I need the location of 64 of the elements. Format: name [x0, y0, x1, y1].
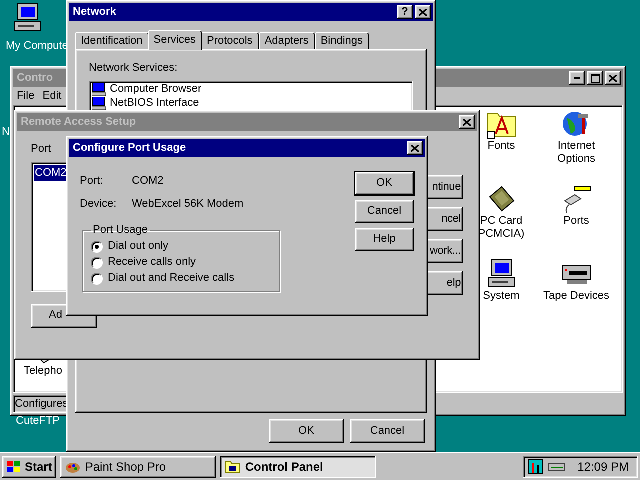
minimize-icon	[574, 77, 580, 79]
list-item[interactable]: NetBIOS Interface	[110, 97, 200, 110]
help-button[interactable]: ?	[397, 5, 413, 19]
icon-label[interactable]: Fonts	[488, 140, 516, 153]
computer-icon	[12, 2, 44, 34]
dialog-button[interactable]: OK	[355, 172, 414, 195]
start-button[interactable]: Start	[2, 456, 56, 478]
window-title: Configure Port Usage	[72, 140, 186, 156]
taskbar-button[interactable]: Control Panel	[220, 456, 376, 478]
dialog-button[interactable]: Help	[355, 228, 414, 251]
radio-label[interactable]: Dial out only	[108, 238, 169, 255]
list-label: Network Services:	[89, 62, 178, 74]
close-icon	[609, 74, 617, 82]
tab[interactable]: Identification	[75, 32, 149, 49]
close-icon	[411, 144, 419, 152]
tab[interactable]: Adapters	[258, 32, 315, 49]
close-icon	[419, 8, 427, 16]
list-item[interactable]: Computer Browser	[110, 83, 202, 96]
field-value: WebExcel 56K Modem	[132, 197, 244, 212]
icon-label[interactable]: PC Card	[480, 215, 523, 228]
tab[interactable]: Bindings	[314, 32, 370, 49]
menu-item[interactable]: Edit	[42, 88, 62, 104]
close-button[interactable]	[415, 5, 431, 19]
tab[interactable]: Protocols	[200, 32, 259, 49]
window-title: Remote Access Setup	[20, 114, 136, 130]
maximize-button[interactable]	[587, 71, 603, 85]
computer-icon	[486, 258, 518, 290]
maximize-icon	[590, 74, 600, 82]
list-item[interactable]: COM2	[34, 164, 66, 181]
dialog-button[interactable]: Cancel	[350, 419, 425, 443]
taskbar-button[interactable]: Paint Shop Pro	[60, 456, 216, 478]
tab[interactable]: Services	[148, 30, 202, 50]
field-label: Port:	[80, 174, 104, 190]
radio-label[interactable]: Dial out and Receive calls	[108, 270, 235, 287]
dialog-button[interactable]: OK	[269, 419, 344, 443]
field-value: COM2	[132, 174, 164, 190]
volume-meter-icon[interactable]	[528, 458, 544, 474]
icon-label[interactable]: System	[483, 290, 520, 303]
window-title: Network	[72, 4, 116, 20]
window-title: Contro	[16, 70, 54, 86]
radio-button[interactable]	[91, 272, 103, 284]
close-icon	[463, 118, 471, 126]
desktop-icon-label[interactable]: N	[2, 124, 10, 140]
computer-icon	[92, 83, 106, 96]
icon-label[interactable]: Options	[558, 153, 596, 166]
close-button[interactable]	[407, 141, 423, 155]
minimize-button[interactable]	[569, 71, 585, 85]
icon-label[interactable]: Internet	[558, 140, 596, 153]
clock: 12:09 PM	[576, 458, 630, 476]
radio-label[interactable]: Receive calls only	[108, 254, 196, 271]
radio-button[interactable]	[91, 240, 103, 252]
dialog-button[interactable]: Cancel	[355, 200, 414, 223]
radio-button[interactable]	[91, 256, 103, 268]
desktop-icon-label[interactable]: CuteFTP	[16, 413, 60, 430]
icon-label[interactable]: Tape Devices	[543, 290, 610, 303]
icon-label[interactable]: Telepho	[24, 365, 63, 378]
windows-logo-icon	[6, 460, 22, 474]
icon-label[interactable]: Ports	[564, 215, 590, 228]
close-button[interactable]	[459, 115, 475, 129]
folder-icon	[225, 458, 242, 474]
close-button[interactable]	[605, 71, 621, 85]
group-title: Port Usage	[92, 223, 150, 238]
field-label: Device:	[80, 197, 118, 212]
menu-item[interactable]: File	[17, 88, 35, 104]
